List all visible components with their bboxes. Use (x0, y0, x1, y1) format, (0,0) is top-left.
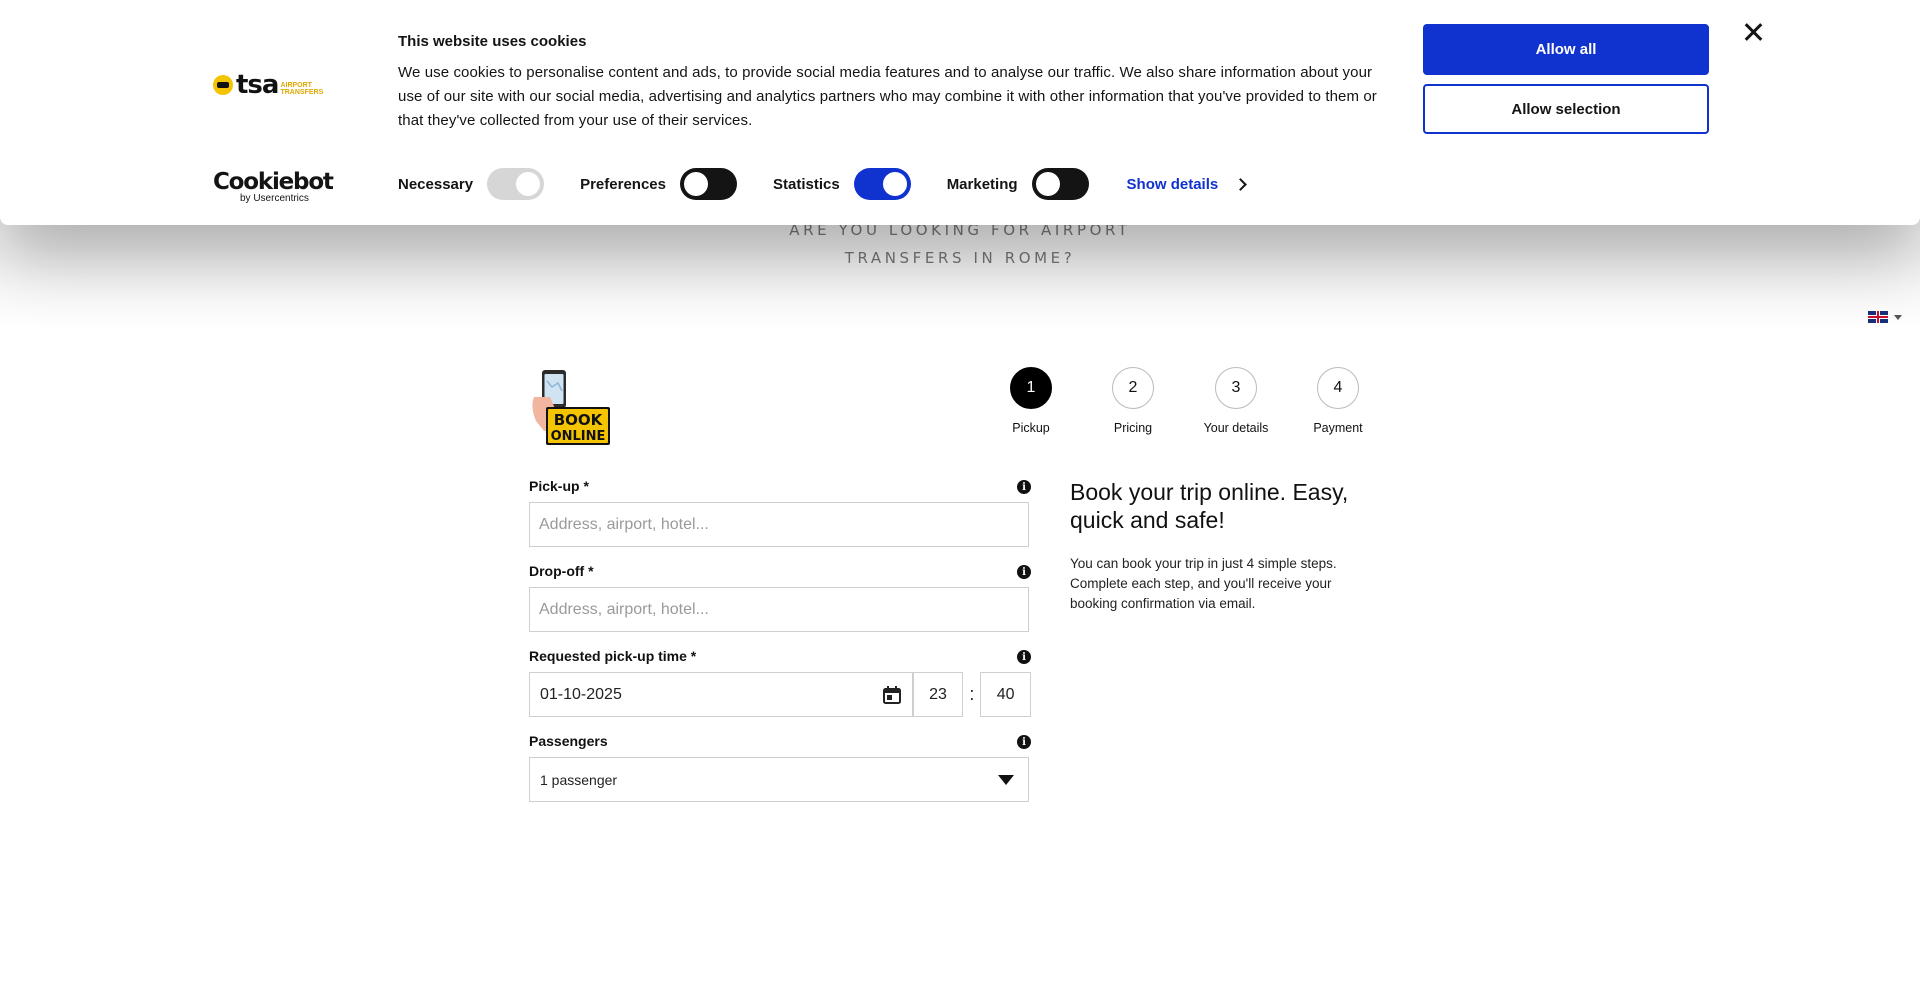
passengers-group: Passengers i 1 passenger (529, 733, 1031, 802)
info-icon[interactable]: i (1017, 735, 1031, 749)
pickup-label: Pick-up * (529, 478, 589, 494)
tsa-logo-subtext: AIRPORT TRANSFERS (280, 82, 324, 96)
step-pricing[interactable]: 2 Pricing (1083, 367, 1183, 435)
info-panel: Book your trip online. Easy, quick and s… (1070, 478, 1370, 614)
time-separator: : (969, 684, 975, 704)
show-details-label: Show details (1126, 175, 1219, 193)
caret-down-icon (998, 774, 1014, 785)
consent-toggles: Necessary Preferences Statistics Marketi… (398, 168, 1248, 200)
passengers-value: 1 passenger (540, 771, 618, 788)
step-label: Your details (1203, 421, 1269, 435)
calendar-icon[interactable] (882, 685, 902, 705)
pickup-time-label: Requested pick-up time * (529, 648, 697, 664)
step-your-details[interactable]: 3 Your details (1186, 367, 1286, 435)
badge-line-1: BOOK (554, 411, 604, 429)
caret-down-icon (1894, 314, 1902, 320)
allow-selection-button[interactable]: Allow selection (1423, 84, 1709, 134)
toggle-label: Statistics (772, 175, 840, 193)
cookie-description: We use cookies to personalise content an… (398, 64, 1377, 129)
step-label: Payment (1313, 421, 1363, 435)
info-icon[interactable]: i (1017, 480, 1031, 494)
toggle-label: Necessary (398, 175, 474, 193)
date-value: 01-10-2025 (540, 685, 622, 703)
toggle-marketing: Marketing (947, 168, 1089, 200)
tsa-logo-text: tsa (236, 70, 279, 100)
pickup-group: Pick-up * i Address, airport, hotel... (529, 478, 1031, 547)
toggle-statistics: Statistics (773, 168, 911, 200)
step-payment[interactable]: 4 Payment (1288, 367, 1388, 435)
cookie-banner: tsa AIRPORT TRANSFERS Cookiebot by Userc… (0, 0, 1920, 225)
step-number: 2 (1112, 367, 1154, 409)
passengers-label: Passengers (529, 733, 608, 749)
tsa-logo: tsa AIRPORT TRANSFERS (213, 70, 328, 100)
toggle-necessary: Necessary (398, 168, 545, 200)
minute-input[interactable]: 40 (980, 672, 1032, 717)
allow-all-button[interactable]: Allow all (1423, 24, 1709, 75)
hero-heading-line-2: TRANSFERS IN ROME? (844, 249, 1076, 267)
uk-flag-icon (1868, 311, 1888, 323)
statistics-switch[interactable] (853, 168, 911, 200)
marketing-switch[interactable] (1031, 168, 1089, 200)
date-input[interactable]: 01-10-2025 (529, 672, 913, 717)
show-details-link[interactable]: Show details (1126, 175, 1248, 193)
cookiebot-logo-text: Cookiebot (213, 169, 334, 195)
step-number: 4 (1317, 367, 1359, 409)
step-label: Pickup (1012, 421, 1050, 435)
info-title: Book your trip online. Easy, quick and s… (1070, 479, 1349, 533)
pickup-input[interactable]: Address, airport, hotel... (529, 502, 1029, 547)
toggle-label: Marketing (946, 175, 1018, 193)
taxi-icon (213, 75, 233, 95)
cookie-title: This website uses cookies (398, 33, 587, 50)
dropoff-label: Drop-off * (529, 563, 594, 579)
preferences-switch[interactable] (679, 168, 737, 200)
step-number: 1 (1010, 367, 1052, 409)
toggle-label: Preferences (580, 175, 666, 193)
book-online-badge: BOOK ONLINE (532, 370, 610, 445)
info-icon[interactable]: i (1017, 565, 1031, 579)
booking-form: Pick-up * i Address, airport, hotel... D… (529, 478, 1032, 818)
chevron-right-icon (1234, 177, 1248, 191)
step-pickup[interactable]: 1 Pickup (981, 367, 1081, 435)
dropoff-group: Drop-off * i Address, airport, hotel... (529, 563, 1031, 632)
step-number: 3 (1215, 367, 1257, 409)
toggle-preferences: Preferences (580, 168, 737, 200)
passengers-select[interactable]: 1 passenger (529, 757, 1029, 802)
hour-input[interactable]: 23 (912, 672, 964, 717)
info-text: You can book your trip in just 4 simple … (1070, 556, 1337, 611)
badge-line-2: ONLINE (551, 429, 606, 444)
close-icon[interactable] (1741, 20, 1765, 44)
pickup-time-group: Requested pick-up time * i 01-10-2025 23… (529, 648, 1032, 717)
necessary-switch (487, 168, 545, 200)
dropoff-input[interactable]: Address, airport, hotel... (529, 587, 1029, 632)
step-label: Pricing (1113, 421, 1153, 435)
language-selector[interactable] (1868, 311, 1902, 323)
info-icon[interactable]: i (1017, 650, 1031, 664)
cookiebot-logo: Cookiebot by Usercentrics (213, 169, 334, 204)
